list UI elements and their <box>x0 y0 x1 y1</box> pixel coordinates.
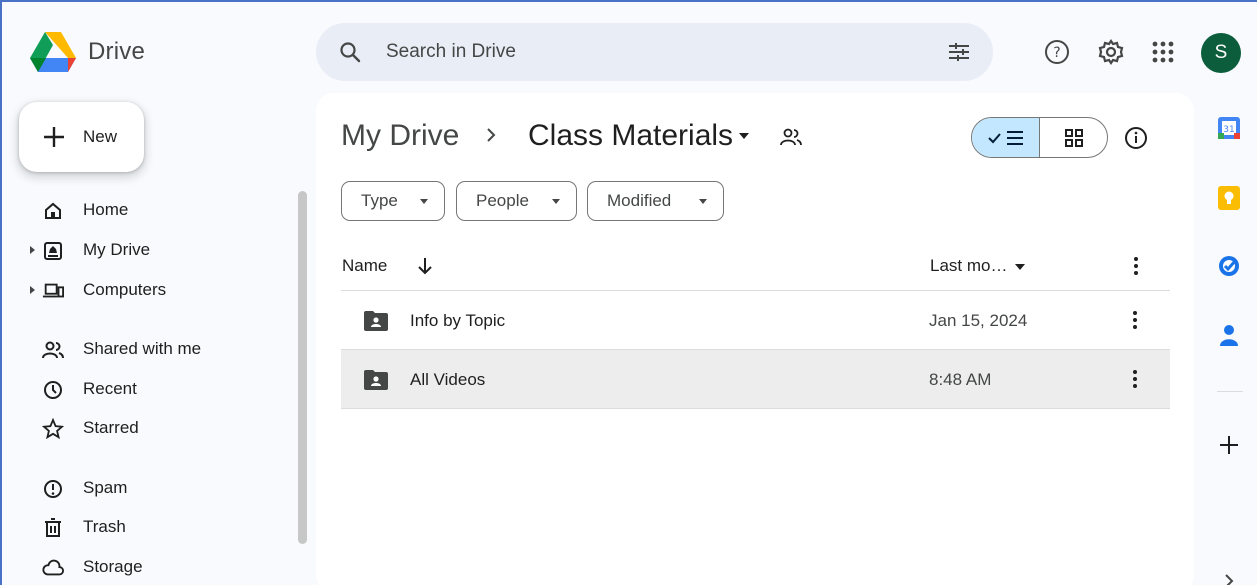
drive-logo[interactable]: Drive <box>30 32 145 72</box>
breadcrumb-root[interactable]: My Drive <box>341 119 459 153</box>
table-row[interactable]: Info by Topic Jan 15, 2024 <box>341 291 1170 350</box>
sidebar-item-shared-with-me[interactable]: Shared with me <box>20 332 280 366</box>
check-list-icon <box>987 130 1023 145</box>
filter-label: People <box>476 191 529 210</box>
sidebar-item-label: Starred <box>83 418 139 437</box>
info-icon[interactable] <box>1124 126 1148 155</box>
view-toggle[interactable] <box>971 117 1108 158</box>
chevron-right-icon[interactable] <box>1216 568 1242 585</box>
dropdown-caret-icon <box>699 199 707 204</box>
cloud-icon <box>42 557 64 579</box>
spam-icon <box>42 478 64 500</box>
sidebar-item-trash[interactable]: Trash <box>20 510 280 544</box>
svg-text:31: 31 <box>1223 125 1234 135</box>
last-modified: 8:48 AM <box>929 370 992 389</box>
shared-icon <box>42 339 64 361</box>
more-options-icon[interactable] <box>1127 309 1143 336</box>
sidebar-item-spam[interactable]: Spam <box>20 471 280 505</box>
file-name[interactable]: Info by Topic <box>410 311 505 331</box>
more-options-icon[interactable] <box>1127 368 1143 395</box>
filter-label: Type <box>361 191 398 210</box>
search-icon[interactable] <box>338 40 362 69</box>
sidebar-item-label: Trash <box>83 517 126 536</box>
drive-logo-icon <box>30 32 76 72</box>
recent-icon <box>42 379 64 401</box>
add-icon[interactable] <box>1216 432 1242 458</box>
sidebar-item-my-drive[interactable]: My Drive <box>20 233 280 267</box>
sidebar-item-starred[interactable]: Starred <box>20 411 280 445</box>
computers-icon <box>42 280 64 302</box>
new-button-label: New <box>83 127 118 146</box>
breadcrumb-current[interactable]: Class Materials <box>528 119 733 153</box>
last-modified: Jan 15, 2024 <box>929 311 1028 330</box>
svg-text:?: ? <box>1053 45 1060 61</box>
apps-icon[interactable] <box>1148 37 1178 67</box>
new-button[interactable]: New <box>19 102 144 172</box>
search-bar[interactable]: Search in Drive <box>316 23 993 81</box>
grid-view-button[interactable] <box>1040 118 1107 157</box>
settings-icon[interactable] <box>1096 37 1126 67</box>
trash-icon <box>42 517 64 539</box>
breadcrumb-separator-icon <box>484 125 498 150</box>
tasks-icon[interactable] <box>1216 253 1242 279</box>
sort-arrow-down-icon[interactable] <box>416 256 434 281</box>
sidebar-item-label: My Drive <box>83 240 151 259</box>
sidebar-scrollbar[interactable] <box>298 191 307 544</box>
home-icon <box>42 200 64 222</box>
help-icon[interactable]: ? <box>1042 37 1072 67</box>
sidebar-item-computers[interactable]: Computers <box>20 273 280 307</box>
shared-folder-icon <box>363 369 389 396</box>
expand-caret-icon[interactable] <box>30 286 35 294</box>
calendar-icon[interactable]: 31 <box>1216 115 1242 141</box>
shared-folder-icon <box>779 127 803 152</box>
column-header-name[interactable]: Name <box>342 256 387 276</box>
sidebar-item-label: Recent <box>83 379 137 398</box>
sidebar-item-label: Spam <box>83 478 128 497</box>
dropdown-caret-icon <box>420 199 428 204</box>
app-name: Drive <box>88 38 146 65</box>
more-options-icon[interactable] <box>1128 255 1144 282</box>
sidebar-item-home[interactable]: Home <box>20 193 280 227</box>
account-avatar[interactable]: S <box>1201 33 1241 73</box>
my-drive-icon <box>42 240 64 262</box>
dropdown-caret-icon <box>552 199 560 204</box>
sidebar-item-recent[interactable]: Recent <box>20 372 280 406</box>
search-options-icon[interactable] <box>947 40 971 69</box>
filter-modified[interactable]: Modified <box>587 181 724 221</box>
sidebar-item-storage[interactable]: Storage <box>20 550 280 584</box>
sidebar-item-label: Computers <box>83 280 167 299</box>
search-input[interactable]: Search in Drive <box>386 41 516 63</box>
rail-divider <box>1217 391 1243 392</box>
sidebar-item-label: Storage <box>83 557 143 576</box>
table-row[interactable]: All Videos 8:48 AM <box>341 350 1170 409</box>
column-dropdown-caret-icon[interactable] <box>1015 264 1025 270</box>
keep-icon[interactable] <box>1216 185 1242 211</box>
filter-type[interactable]: Type <box>341 181 445 221</box>
star-icon <box>42 418 64 440</box>
folder-menu-caret-icon[interactable] <box>739 133 749 139</box>
divider <box>341 408 1170 409</box>
column-header-modified[interactable]: Last mo… <box>930 256 1007 276</box>
plus-icon <box>44 127 64 147</box>
filter-label: Modified <box>607 191 672 210</box>
contacts-icon[interactable] <box>1216 322 1242 348</box>
grid-icon <box>1064 128 1083 147</box>
file-name[interactable]: All Videos <box>410 370 485 390</box>
filter-people[interactable]: People <box>456 181 577 221</box>
sidebar-item-label: Home <box>83 200 129 219</box>
list-view-button[interactable] <box>972 118 1040 157</box>
expand-caret-icon[interactable] <box>30 246 35 254</box>
sidebar-item-label: Shared with me <box>83 339 202 358</box>
shared-folder-icon <box>363 310 389 337</box>
